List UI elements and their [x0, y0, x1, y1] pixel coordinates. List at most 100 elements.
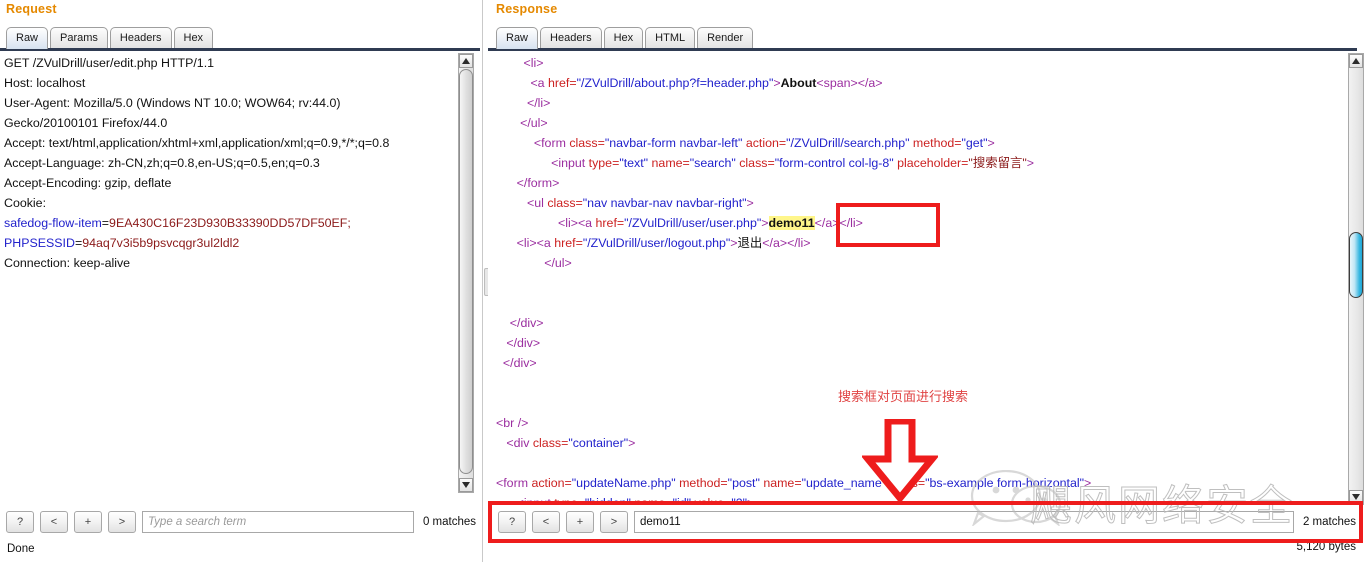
- response-token: href=: [548, 76, 577, 90]
- request-token: Connection: keep-alive: [4, 256, 131, 270]
- response-search-add-button[interactable]: +: [566, 511, 594, 533]
- request-token: User-Agent: Mozilla/5.0 (Windows NT 10.0…: [4, 96, 341, 110]
- response-search-prev-button[interactable]: <: [532, 511, 560, 533]
- request-search-add-button[interactable]: +: [74, 511, 102, 533]
- response-token: "/ZVulDrill/search.php": [786, 136, 910, 150]
- response-scroll-up-icon[interactable]: [1349, 54, 1363, 68]
- response-token: <br />: [496, 416, 529, 430]
- request-vertical-scrollbar[interactable]: [458, 53, 474, 493]
- response-scroll-thumb[interactable]: [1349, 232, 1363, 298]
- response-token: "updateName.php": [571, 476, 676, 490]
- response-token: "2": [731, 496, 748, 505]
- request-tab-strip: Raw Params Headers Hex: [6, 25, 214, 49]
- request-line: Cookie:: [4, 193, 454, 213]
- response-token: "navbar-form navbar-left": [604, 136, 743, 150]
- response-line: <li><a href="/ZVulDrill/user/logout.php"…: [496, 233, 1341, 253]
- burp-suite-request-response-viewer: Request Raw Params Headers Hex GET /ZVulDri…: [0, 0, 1365, 562]
- response-token: </ul>: [544, 256, 572, 270]
- response-search-next-button[interactable]: >: [600, 511, 628, 533]
- request-scroll-thumb[interactable]: [459, 69, 473, 474]
- response-token: About: [780, 76, 817, 90]
- response-token: 退出: [737, 236, 763, 250]
- response-match-count: 2 matches: [1302, 516, 1356, 528]
- response-token: "/ZVulDrill/about.php?f=header.php": [576, 76, 774, 90]
- request-token: Accept: text/html,application/xhtml+xml,…: [4, 136, 390, 150]
- response-token: "/ZVulDrill/user/logout.php": [582, 236, 731, 250]
- watermark-text: 飓风网络安全: [1029, 481, 1295, 531]
- response-line: </ul>: [496, 113, 1341, 133]
- request-raw-text[interactable]: GET /ZVulDrill/user/edit.php HTTP/1.1 Hos…: [4, 53, 454, 493]
- response-token: [496, 156, 551, 170]
- response-token: [496, 76, 530, 90]
- response-line: <form class="navbar-form navbar-left" ac…: [496, 133, 1341, 153]
- response-tab-underline: [488, 48, 1357, 51]
- response-token: >: [987, 136, 995, 150]
- response-token: >: [730, 236, 738, 250]
- response-token: </div>: [509, 316, 544, 330]
- request-line: Accept-Encoding: gzip, deflate: [4, 173, 454, 193]
- response-token: [496, 356, 503, 370]
- response-token: [496, 256, 544, 270]
- response-token: type=: [588, 156, 620, 170]
- response-line: <li>: [496, 53, 1341, 73]
- response-scroll-down-icon[interactable]: [1349, 490, 1363, 504]
- request-status-text: Done: [7, 543, 35, 555]
- response-token: [496, 56, 524, 70]
- response-line: <input type="text" name="search" class="…: [496, 153, 1341, 173]
- response-tab-render[interactable]: Render: [697, 27, 754, 49]
- response-vertical-scrollbar[interactable]: [1348, 53, 1364, 505]
- response-token: <span></a>: [816, 76, 883, 90]
- response-token: <ul: [526, 196, 548, 210]
- request-tab-hex[interactable]: Hex: [173, 27, 214, 49]
- response-search-help-button[interactable]: ?: [498, 511, 526, 533]
- request-search-input[interactable]: [142, 511, 414, 533]
- response-token: "search": [689, 156, 736, 170]
- request-search-bar: ? < + > 0 matches: [6, 510, 476, 534]
- response-line: <ul class="nav navbar-nav navbar-right">: [496, 193, 1341, 213]
- response-tab-hex[interactable]: Hex: [603, 27, 644, 49]
- response-token: [496, 316, 510, 330]
- response-token: name=: [759, 476, 802, 490]
- response-token: [496, 436, 506, 450]
- response-line: </div>: [496, 313, 1341, 333]
- response-token: name=: [648, 156, 690, 170]
- request-scroll-down-icon[interactable]: [459, 478, 473, 492]
- response-token: [496, 176, 517, 190]
- request-tab-params[interactable]: Params: [50, 27, 108, 49]
- request-token: Gecko/20100101 Firefox/44.0: [4, 116, 168, 130]
- request-tab-raw[interactable]: Raw: [6, 27, 49, 49]
- response-token: [496, 116, 520, 130]
- response-token: method=: [675, 476, 728, 490]
- response-token: >: [773, 76, 781, 90]
- response-token: name=: [630, 496, 673, 505]
- response-tab-raw[interactable]: Raw: [496, 27, 539, 49]
- response-token: <input: [516, 496, 555, 505]
- request-scroll-up-icon[interactable]: [459, 54, 473, 68]
- request-search-help-button[interactable]: ?: [6, 511, 34, 533]
- annotation-note-text: 搜索框对页面进行搜索: [838, 389, 969, 404]
- response-token: <li><a: [557, 216, 596, 230]
- request-token: Cookie:: [4, 196, 47, 210]
- request-line: Host: localhost: [4, 73, 454, 93]
- response-token: [496, 336, 506, 350]
- request-search-prev-button[interactable]: <: [40, 511, 68, 533]
- request-search-next-button[interactable]: >: [108, 511, 136, 533]
- request-token: Host: localhost: [4, 76, 86, 90]
- response-token: >: [1026, 156, 1035, 170]
- response-token: <li>: [523, 56, 544, 70]
- response-tab-html[interactable]: HTML: [645, 27, 696, 49]
- request-match-count: 0 matches: [422, 516, 476, 528]
- response-tab-headers[interactable]: Headers: [540, 27, 602, 49]
- response-token: <li><a: [516, 236, 555, 250]
- response-token: action=: [742, 136, 787, 150]
- response-token: href=: [595, 216, 625, 230]
- request-line: Accept-Language: zh-CN,zh;q=0.8,en-US;q=…: [4, 153, 454, 173]
- response-token: "id": [672, 496, 692, 505]
- request-line: PHPSESSID=94aq7v3i5b9psvcqgr3ul2ldl2: [4, 233, 454, 253]
- response-token: class=: [532, 436, 569, 450]
- response-token: action=: [531, 476, 572, 490]
- response-token: value=: [691, 496, 732, 505]
- response-line: [496, 273, 1341, 293]
- response-line: </div>: [496, 353, 1341, 373]
- request-tab-headers[interactable]: Headers: [109, 27, 172, 49]
